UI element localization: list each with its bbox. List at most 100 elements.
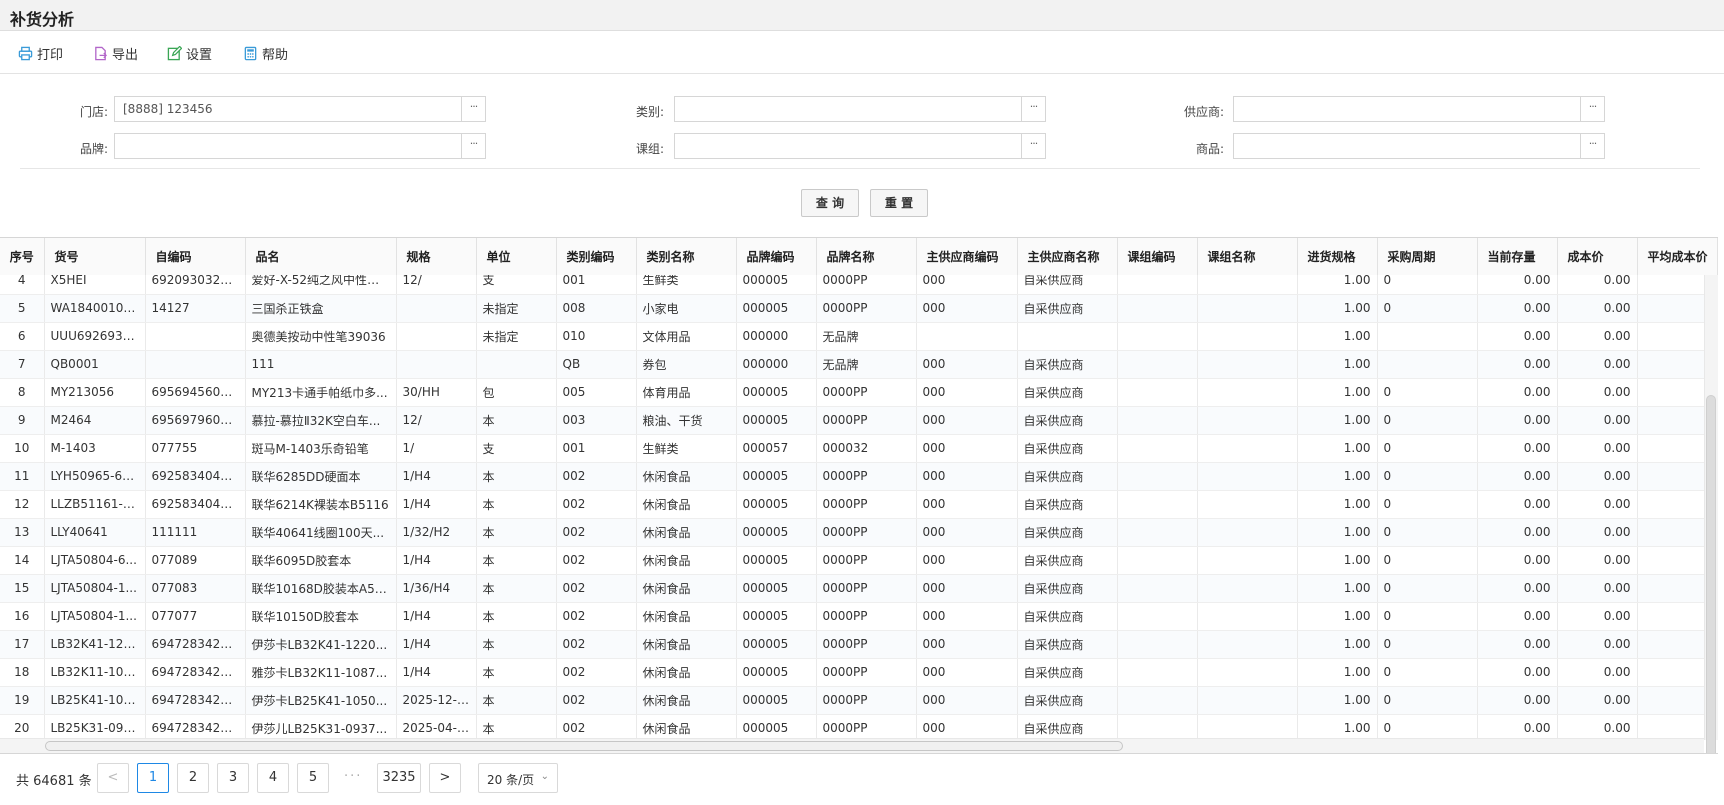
column-header-avg-cost-price[interactable]: 平均成本价: [1637, 238, 1718, 275]
supplier-picker-button[interactable]: ···: [1581, 96, 1605, 122]
cell-category-name: 休闲食品: [636, 714, 737, 740]
table-row[interactable]: 4 X5HEI 69209303208... 爱好-X-52纯之风中性笔... 12/支…: [0, 275, 1704, 295]
reset-button[interactable]: 重 置: [870, 189, 928, 217]
table-row[interactable]: 13 LLY40641 111111 联华40641线圈100天... 1/32/H2 本…: [0, 518, 1704, 547]
cell-product-name: 联华10168D胶装本A580: [245, 574, 397, 603]
brand-picker-button[interactable]: ···: [462, 133, 486, 159]
cell-self-code: 077755: [145, 434, 246, 463]
cell-brand-name: 0000PP: [816, 602, 917, 631]
page-3-button[interactable]: 3: [217, 763, 249, 793]
table-row[interactable]: 8 MY213056 69569456000... MY213卡通手帕纸巾多... 30…: [0, 378, 1704, 407]
column-header-spec[interactable]: 规格: [396, 238, 477, 275]
product-input[interactable]: [1233, 133, 1581, 159]
table-row[interactable]: 9 M2464 69569796070... 慕拉-慕拉Ⅱ32K空白车... 12/本 0…: [0, 406, 1704, 435]
page-size-select[interactable]: 20 条/页 ⌄: [478, 763, 558, 793]
cell-brand-code: 000000: [736, 322, 817, 351]
cell-brand-name: 0000PP: [816, 462, 917, 491]
table-row[interactable]: 19 LB25K41-1050 69472834233... 伊莎卡LB25K41-1…: [0, 686, 1704, 715]
category-input[interactable]: [674, 96, 1022, 122]
cell-self-code: 69472834233...: [145, 686, 246, 715]
column-header-category-name[interactable]: 类别名称: [636, 238, 737, 275]
table-row[interactable]: 17 LB32K41-1220 69472834250... 伊莎卡LB32K41-1…: [0, 630, 1704, 659]
cell-category-name: 休闲食品: [636, 574, 737, 603]
column-header-section-name[interactable]: 课组名称: [1197, 238, 1298, 275]
table-row[interactable]: 20 LB25K31-0937 69472834221... 伊莎儿LB25K31-0…: [0, 714, 1704, 740]
table-row[interactable]: 15 LJTA50804-1... 077083 联华10168D胶装本A580 1/3…: [0, 574, 1704, 603]
cell-self-code: 69258340483...: [145, 462, 246, 491]
column-header-seq[interactable]: 序号: [0, 238, 45, 275]
column-header-unit[interactable]: 单位: [476, 238, 557, 275]
table-row[interactable]: 5 WA18400101... 14127 三国杀正铁盒 未指定 008 小家电 000005…: [0, 294, 1704, 323]
section-input[interactable]: [674, 133, 1022, 159]
cell-category-name: 体育用品: [636, 378, 737, 407]
table-row[interactable]: 12 LLZB51161-6... 69258340400... 联华6214K裸装本…: [0, 490, 1704, 519]
table-row[interactable]: 10 M-1403 077755 斑马M-1403乐奇铅笔 1/支 001 生鲜类 00005…: [0, 434, 1704, 463]
cell-item-no: LB25K31-0937: [44, 714, 146, 740]
cell-unit: 本: [476, 518, 557, 547]
supplier-input[interactable]: [1233, 96, 1581, 122]
cell-cost-price: 0.00: [1557, 434, 1638, 463]
cell-item-no: X5HEI: [44, 275, 146, 295]
column-header-category-code[interactable]: 类别编码: [556, 238, 637, 275]
cell-section-code: [1117, 406, 1198, 435]
export-button[interactable]: 导出: [93, 43, 138, 63]
page-2-button[interactable]: 2: [177, 763, 209, 793]
column-header-purchase-spec[interactable]: 进货规格: [1297, 238, 1378, 275]
print-button[interactable]: 打印: [18, 43, 63, 63]
cell-cost-price: 0.00: [1557, 686, 1638, 715]
cell-brand-name: 0000PP: [816, 490, 917, 519]
cell-current-stock: 0.00: [1477, 434, 1558, 463]
column-header-section-code[interactable]: 课组编码: [1117, 238, 1198, 275]
cell-product-name: 三国杀正铁盒: [245, 294, 397, 323]
query-button[interactable]: 查 询: [801, 189, 859, 217]
cell-section-name: [1197, 406, 1298, 435]
column-header-cost-price[interactable]: 成本价: [1557, 238, 1638, 275]
print-label: 打印: [37, 47, 64, 63]
column-header-purchase-cycle[interactable]: 采购周期: [1377, 238, 1478, 275]
table-row[interactable]: 16 LJTA50804-1... 077077 联华10150D胶套本 1/H4 本 00…: [0, 602, 1704, 631]
last-page-button[interactable]: 3235: [377, 763, 421, 793]
page-1-button[interactable]: 1: [137, 763, 169, 793]
column-header-product-name[interactable]: 品名: [245, 238, 397, 275]
category-picker-button[interactable]: ···: [1022, 96, 1046, 122]
column-header-item-no[interactable]: 货号: [44, 238, 146, 275]
horizontal-scrollbar[interactable]: [0, 738, 1704, 753]
page-4-button[interactable]: 4: [257, 763, 289, 793]
settings-button[interactable]: 设置: [167, 43, 212, 63]
cell-spec: 2025-04-28: [396, 714, 477, 740]
cell-category-code: 005: [556, 378, 637, 407]
column-header-self-code[interactable]: 自编码: [145, 238, 246, 275]
cell-category-name: 休闲食品: [636, 490, 737, 519]
page-ellipsis[interactable]: ···: [344, 769, 362, 784]
cell-item-no: MY213056: [44, 378, 146, 407]
prev-page-button[interactable]: <: [97, 763, 129, 793]
store-input[interactable]: [8888] 123456: [114, 96, 462, 122]
column-header-supplier-name[interactable]: 主供应商名称: [1017, 238, 1118, 275]
cell-section-name: [1197, 658, 1298, 687]
cell-purchase-spec: 1.00: [1297, 322, 1378, 351]
table-row[interactable]: 14 LJTA50804-6... 077089 联华6095D胶套本 1/H4 本 002…: [0, 546, 1704, 575]
help-button[interactable]: 帮助: [243, 43, 288, 63]
cell-brand-name: 0000PP: [816, 574, 917, 603]
brand-label: 品牌:: [79, 142, 108, 156]
column-header-brand-name[interactable]: 品牌名称: [816, 238, 917, 275]
table-row[interactable]: 7 QB0001 111 QB 券包 000000 无品牌 000 自采供应商 1.00 0.00 0…: [0, 350, 1704, 379]
table-row[interactable]: 18 LB32K11-1087 69472834236... 雅莎卡LB32K11-1…: [0, 658, 1704, 687]
store-picker-button[interactable]: ···: [462, 96, 486, 122]
table-row[interactable]: 6 UUU6926939... 奥德美按动中性笔39036 未指定 010 文体用品 000…: [0, 322, 1704, 351]
brand-input[interactable]: [114, 133, 462, 159]
next-page-button[interactable]: >: [429, 763, 461, 793]
column-header-supplier-code[interactable]: 主供应商编码: [916, 238, 1018, 275]
horizontal-scroll-thumb[interactable]: [45, 741, 1123, 751]
cell-self-code: 077089: [145, 546, 246, 575]
section-picker-button[interactable]: ···: [1022, 133, 1046, 159]
table-row[interactable]: 11 LYH50965-62... 69258340483... 联华6285DD硬面…: [0, 462, 1704, 491]
page-5-button[interactable]: 5: [297, 763, 329, 793]
column-header-current-stock[interactable]: 当前存量: [1477, 238, 1558, 275]
column-header-brand-code[interactable]: 品牌编码: [736, 238, 817, 275]
cell-supplier-name: 自采供应商: [1017, 602, 1118, 631]
cell-current-stock: 0.00: [1477, 602, 1558, 631]
product-picker-button[interactable]: ···: [1581, 133, 1605, 159]
vertical-scroll-thumb[interactable]: [1706, 395, 1716, 753]
vertical-scrollbar[interactable]: [1704, 275, 1718, 753]
